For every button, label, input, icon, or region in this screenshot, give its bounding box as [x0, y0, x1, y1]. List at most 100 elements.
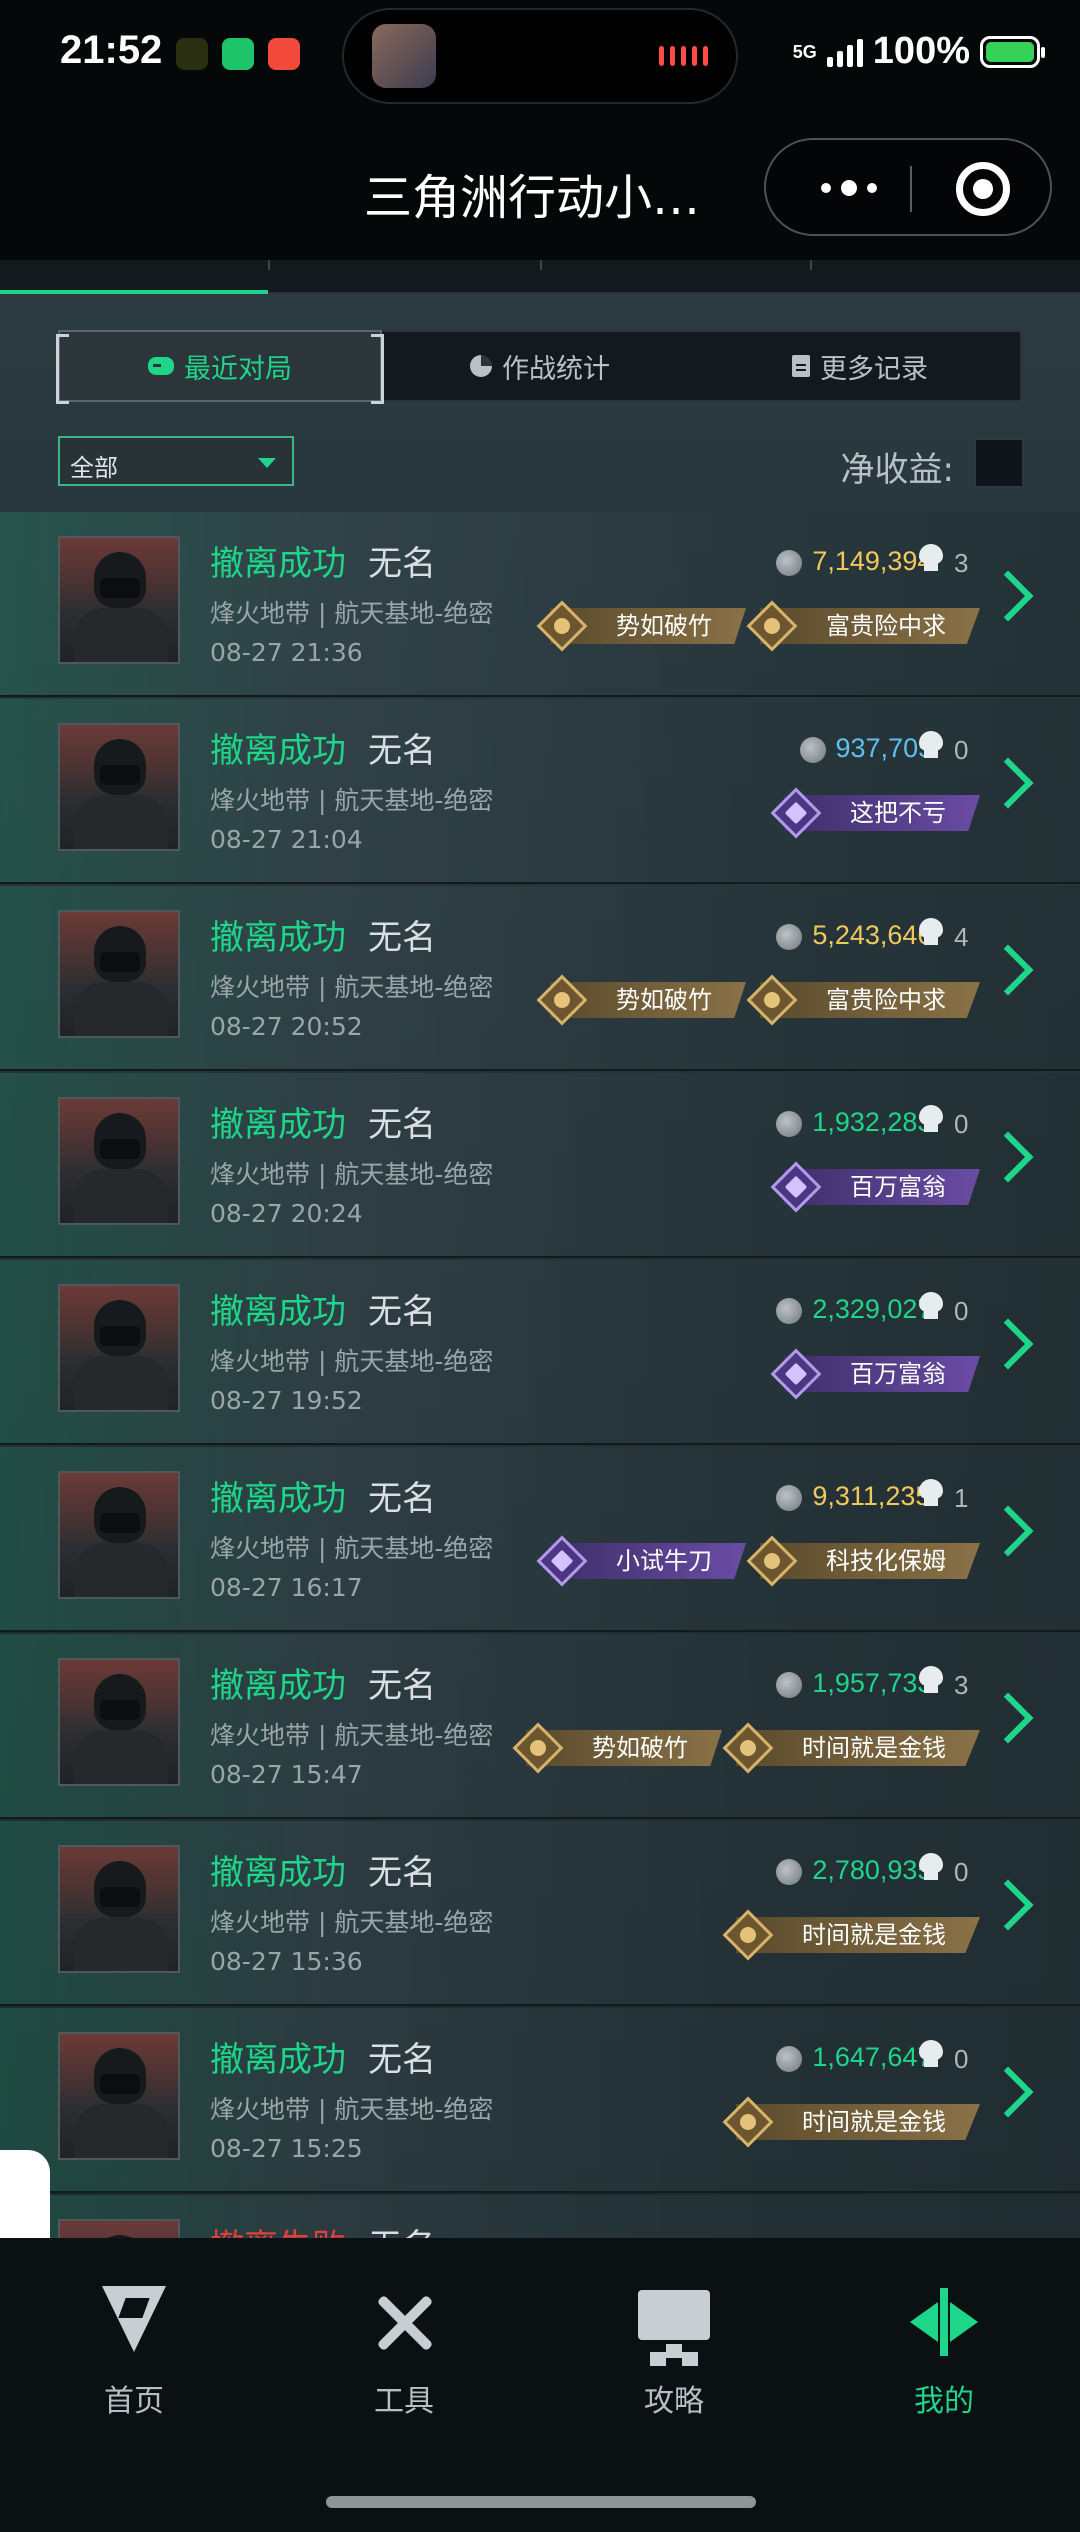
chevron-right-icon	[982, 1131, 1034, 1183]
match-row[interactable]: 撤离成功 无名 烽火地带 | 航天基地-绝密 08-27 20:24 1,932,283…	[0, 1073, 1080, 1258]
badge-emblem-icon	[770, 1161, 822, 1213]
capsule-divider	[910, 166, 912, 212]
monitor-icon	[634, 2282, 714, 2362]
subtab-label: 更多记录	[820, 353, 928, 385]
match-row[interactable]: 撤离成功 无名烽火地带 | 航天基地-绝密 08-27 19:52 2,329,027…	[0, 1260, 1080, 1445]
map-info: 烽火地带 | 航天基地-绝密	[210, 1160, 494, 1189]
operator-avatar	[58, 723, 180, 851]
extraction-status: 撤离成功	[210, 1479, 346, 1519]
net-income-checkbox[interactable]	[974, 438, 1024, 488]
chat-app-icon	[222, 38, 254, 70]
player-name: 无名	[368, 1479, 436, 1519]
tab-label: 首页	[104, 2384, 164, 2419]
tab-tools[interactable]: 工具	[304, 2282, 504, 2420]
chevron-right-icon	[982, 1879, 1034, 1931]
tab-home[interactable]: 首页	[34, 2282, 234, 2420]
operator-avatar	[58, 1658, 180, 1786]
profile-logo-icon	[904, 2282, 984, 2362]
chevron-right-icon	[982, 1318, 1034, 1370]
kill-count: 0	[954, 2044, 969, 2074]
value-amount: 9,311,235	[812, 1481, 931, 1511]
match-row[interactable]: 撤离成功 无名 烽火地带 | 航天基地-绝密 08-27 21:04 937,705 0 这…	[0, 699, 1080, 884]
map-info: 烽火地带 | 航天基地-绝密	[210, 1908, 494, 1937]
map-info: 烽火地带 | 航天基地-绝密	[210, 2095, 494, 2124]
map-info: 烽火地带 | 航天基地-绝密	[210, 786, 494, 815]
more-icon[interactable]	[804, 170, 894, 206]
close-target-icon[interactable]	[956, 162, 1010, 216]
extraction-status: 撤离成功	[210, 544, 346, 584]
page-title: 三角洲行动小…	[364, 170, 701, 226]
operator-avatar	[58, 1845, 180, 1973]
match-row[interactable]: 撤离成功 无名 烽火地带 | 航天基地-绝密 08-27 20:52 5,243,646…	[0, 886, 1080, 1071]
coin-icon	[776, 1111, 803, 1137]
kill-skull-icon	[918, 918, 944, 948]
extraction-status: 撤离成功	[210, 1105, 346, 1145]
audio-bars-icon	[659, 46, 708, 66]
badge-emblem-icon	[722, 2096, 774, 2148]
extraction-status: 撤离成功	[210, 731, 346, 771]
home-logo-icon	[94, 2282, 174, 2362]
kill-count: 0	[954, 1109, 969, 1139]
player-name: 无名	[368, 2040, 436, 2080]
match-row[interactable]: 撤离成功 无名 烽火地带 | 航天基地-绝密 08-27 15:47 1,957,733…	[0, 1634, 1080, 1819]
tab-guide[interactable]: 攻略	[574, 2282, 774, 2420]
map-info: 烽火地带 | 航天基地-绝密	[210, 1347, 494, 1376]
extraction-status: 撤离成功	[210, 1666, 346, 1706]
kill-count: 0	[954, 1857, 969, 1887]
player-name: 无名	[368, 2219, 436, 2238]
badge-emblem-icon	[536, 1535, 588, 1587]
mini-program-capsule	[764, 138, 1052, 236]
match-row[interactable]: 撤离失败 无名	[0, 2195, 1080, 2238]
music-icon	[176, 38, 208, 70]
dropdown-arrow-icon	[258, 458, 276, 468]
player-name: 无名	[368, 1292, 436, 1332]
match-row[interactable]: 撤离成功 无名 烽火地带 | 航天基地-绝密 08-27 15:25 1,647,647…	[0, 2008, 1080, 2193]
tab-me[interactable]: 我的	[844, 2282, 1044, 2420]
badge-emblem-icon	[722, 1722, 774, 1774]
match-time: 08-27 20:24	[210, 1199, 363, 1228]
kill-skull-icon	[918, 1666, 944, 1696]
subtab-combat-stats[interactable]: 作战统计	[380, 332, 700, 400]
map-info: 烽火地带 | 航天基地-绝密	[210, 1721, 494, 1750]
chevron-right-icon	[982, 1505, 1034, 1557]
match-row[interactable]: 撤离成功 无名 烽火地带 | 航天基地-绝密 08-27 15:36 2,780,935…	[0, 1821, 1080, 2006]
kill-count: 0	[954, 735, 969, 765]
chevron-right-icon	[982, 570, 1034, 622]
badge-emblem-icon	[770, 787, 822, 839]
match-row[interactable]: 撤离成功 无名 烽火地带 | 航天基地-绝密 08-27 21:36 7,149,394…	[0, 512, 1080, 697]
extraction-status: 撤离成功	[210, 1292, 346, 1332]
status-bar: 21:52 5G 100%	[0, 0, 1080, 120]
gamepad-icon	[148, 357, 174, 375]
kill-count: 3	[954, 1670, 969, 1700]
player-name: 无名	[368, 731, 436, 771]
pie-chart-icon	[470, 355, 492, 377]
value-amount: 1,932,283	[812, 1107, 933, 1137]
match-row[interactable]: 撤离成功 无名 烽火地带 | 航天基地-绝密 08-27 16:17 9,311,235…	[0, 1447, 1080, 1632]
extraction-status: 撤离成功	[210, 1853, 346, 1893]
battery-icon	[980, 35, 1045, 68]
subtab-recent-matches[interactable]: 最近对局	[56, 330, 384, 404]
value-amount: 7,149,394	[812, 546, 933, 576]
kill-count: 4	[954, 922, 969, 952]
tools-icon	[364, 2282, 444, 2362]
coin-icon	[776, 2046, 803, 2072]
bottom-tab-bar: 首页 工具 攻略 我的	[0, 2238, 1080, 2532]
kill-count: 1	[954, 1483, 969, 1513]
match-time: 08-27 19:52	[210, 1386, 363, 1415]
operator-avatar	[58, 536, 180, 664]
tab-divider	[268, 260, 270, 270]
coin-icon	[776, 1485, 803, 1511]
calendar-app-icon	[268, 38, 300, 70]
badge-emblem-icon	[536, 974, 588, 1026]
match-time: 08-27 21:04	[210, 825, 363, 854]
badge-emblem-icon	[746, 600, 798, 652]
subtab-more-records[interactable]: 更多记录	[700, 332, 1020, 400]
mode-filter-select[interactable]: 全部	[58, 436, 294, 486]
operator-avatar	[58, 910, 180, 1038]
value-amount: 2,329,027	[812, 1294, 933, 1324]
dynamic-island[interactable]	[342, 8, 738, 104]
kill-skull-icon	[918, 1292, 944, 1322]
tab-divider	[810, 260, 812, 270]
record-subtabs: 最近对局 作战统计 更多记录	[56, 330, 1022, 404]
operator-avatar	[58, 2032, 180, 2160]
